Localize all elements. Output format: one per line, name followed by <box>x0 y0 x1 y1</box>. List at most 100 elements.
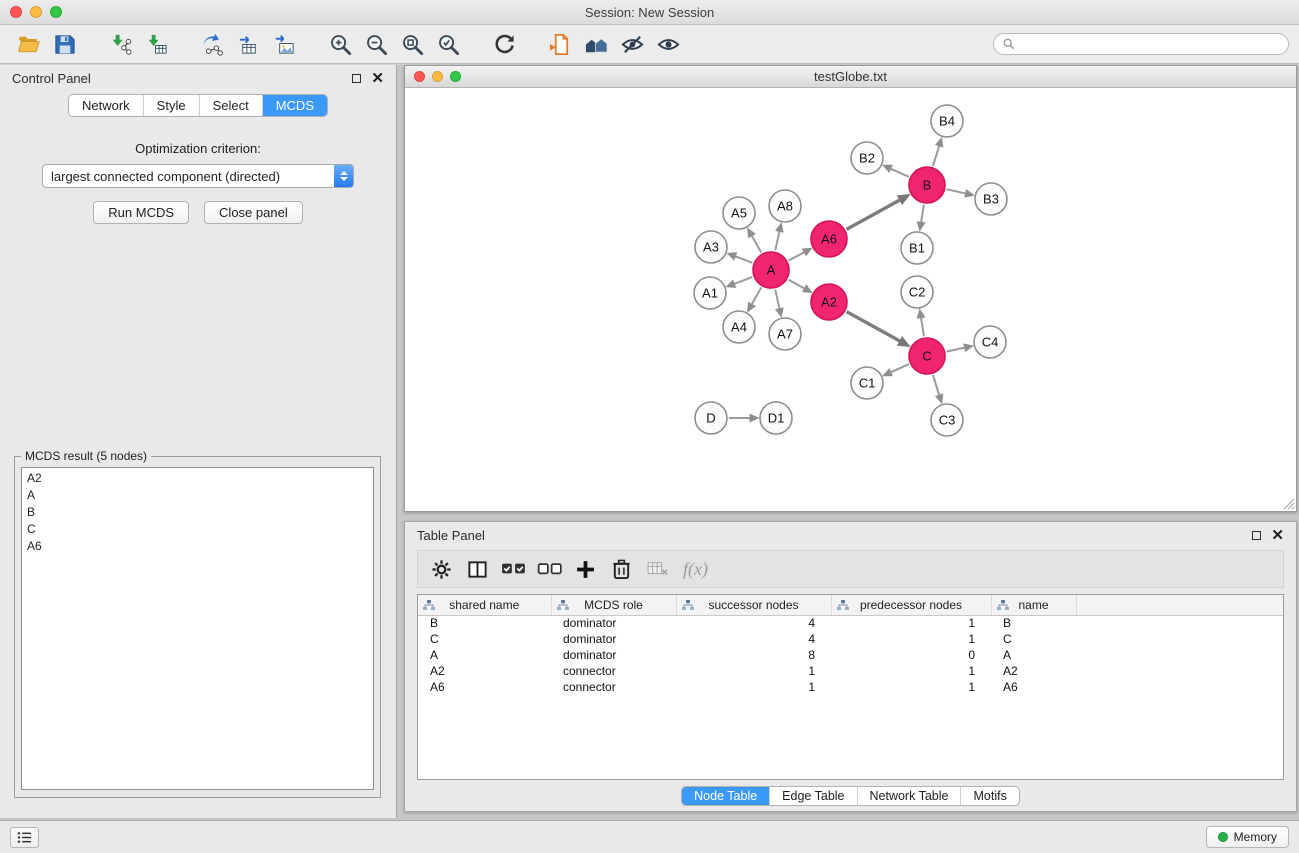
refresh-button[interactable] <box>486 29 522 60</box>
network-window-titlebar[interactable]: testGlobe.txt <box>405 66 1296 88</box>
graph-edge-C-C2[interactable] <box>921 318 924 337</box>
home-button[interactable] <box>578 29 614 60</box>
zoom-window-button[interactable] <box>50 6 62 18</box>
hide-details-button[interactable] <box>614 29 650 60</box>
show-columns-button[interactable] <box>462 554 493 584</box>
graph-edge-B-B2[interactable] <box>891 169 909 177</box>
tab-edge-table[interactable]: Edge Table <box>769 787 856 805</box>
node-table-body: Bdominator41BCdominator41CAdominator80AA… <box>418 615 1283 695</box>
application-window: Session: New Session <box>0 0 1299 853</box>
zoom-out-button[interactable] <box>358 29 394 60</box>
tab-network[interactable]: Network <box>69 95 143 116</box>
zoom-in-button[interactable] <box>322 29 358 60</box>
column-header-name[interactable]: name <box>991 595 1076 615</box>
close-panel-button[interactable]: Close panel <box>204 201 303 224</box>
select-all-button[interactable] <box>498 554 529 584</box>
new-table-button[interactable] <box>230 29 266 60</box>
new-network-button[interactable] <box>194 29 230 60</box>
graph-edge-A-A7[interactable] <box>775 290 779 309</box>
tab-node-table[interactable]: Node Table <box>682 787 769 805</box>
network-graph[interactable]: AA1A2A3A4A5A6A7A8BB1B2B3B4CC1C2C3C4DD1 <box>405 88 1296 511</box>
memory-indicator-icon <box>1218 832 1228 842</box>
graph-node-label-B1: B1 <box>909 241 925 256</box>
search-input[interactable] <box>1021 37 1279 51</box>
table-row[interactable]: A2connector11A2 <box>418 663 1283 679</box>
zoom-network-window-button[interactable] <box>450 71 461 82</box>
apply-style-button[interactable] <box>542 29 578 60</box>
optimization-criterion-value: largest connected component (directed) <box>43 169 334 184</box>
result-item[interactable]: A2 <box>22 470 373 487</box>
optimization-criterion-select[interactable]: largest connected component (directed) <box>42 164 354 188</box>
run-mcds-button[interactable]: Run MCDS <box>93 201 189 224</box>
column-header-mcds-role[interactable]: MCDS role <box>551 595 676 615</box>
graph-edge-B-B3[interactable] <box>947 189 966 193</box>
graph-edge-A-A4[interactable] <box>752 287 761 304</box>
network-window-title: testGlobe.txt <box>405 69 1296 84</box>
result-item[interactable]: B <box>22 504 373 521</box>
delete-column-button[interactable] <box>606 554 637 584</box>
show-details-button[interactable] <box>650 29 686 60</box>
graph-edge-B-B4[interactable] <box>933 146 939 166</box>
show-panels-button[interactable] <box>10 827 39 848</box>
attribute-icon <box>423 600 435 611</box>
plus-icon <box>575 559 596 580</box>
delete-table-button[interactable] <box>642 554 673 584</box>
table-row[interactable]: Cdominator41C <box>418 631 1283 647</box>
tab-select[interactable]: Select <box>199 95 262 116</box>
graph-node-label-A8: A8 <box>777 199 793 214</box>
graph-edge-C-C1[interactable] <box>891 364 909 372</box>
tab-style[interactable]: Style <box>143 95 199 116</box>
main-toolbar <box>0 25 1299 64</box>
graph-edge-C-C3[interactable] <box>933 375 939 395</box>
result-item[interactable]: A6 <box>22 538 373 555</box>
graph-node-label-A: A <box>767 263 776 278</box>
float-panel-icon[interactable] <box>352 74 361 83</box>
graph-edge-A-A6[interactable] <box>789 252 805 260</box>
save-session-button[interactable] <box>46 29 82 60</box>
graph-edge-A-A8[interactable] <box>775 231 779 250</box>
column-header-successor-nodes[interactable]: successor nodes <box>676 595 831 615</box>
graph-edge-A-A3[interactable] <box>735 256 752 263</box>
column-header-predecessor-nodes[interactable]: predecessor nodes <box>831 595 991 615</box>
function-builder-button[interactable]: f(x) <box>678 559 713 580</box>
graph-edge-C-C4[interactable] <box>947 348 965 352</box>
column-header-shared-name[interactable]: shared name <box>418 595 551 615</box>
graph-node-label-A6: A6 <box>821 232 837 247</box>
result-item[interactable]: A <box>22 487 373 504</box>
graph-node-label-A5: A5 <box>731 206 747 221</box>
graph-node-label-A1: A1 <box>702 286 718 301</box>
zoom-fit-button[interactable] <box>394 29 430 60</box>
resize-grip[interactable] <box>1283 498 1295 510</box>
float-table-panel-icon[interactable] <box>1252 531 1261 540</box>
table-row[interactable]: Bdominator41B <box>418 615 1283 631</box>
table-toolbar: f(x) <box>417 550 1284 588</box>
export-image-button[interactable] <box>266 29 302 60</box>
open-session-button[interactable] <box>10 29 46 60</box>
network-canvas[interactable]: AA1A2A3A4A5A6A7A8BB1B2B3B4CC1C2C3C4DD1 <box>405 88 1296 511</box>
table-settings-button[interactable] <box>426 554 457 584</box>
graph-edge-A-A1[interactable] <box>734 277 752 284</box>
table-row[interactable]: A6connector11A6 <box>418 679 1283 695</box>
graph-edge-A2-C[interactable] <box>847 312 900 341</box>
add-column-button[interactable] <box>570 554 601 584</box>
graph-edge-B-B1[interactable] <box>921 205 924 223</box>
close-panel-icon[interactable]: ✕ <box>371 71 384 86</box>
minimize-network-window-button[interactable] <box>432 71 443 82</box>
memory-button[interactable]: Memory <box>1206 826 1289 848</box>
tab-network-table[interactable]: Network Table <box>857 787 961 805</box>
deselect-all-button[interactable] <box>534 554 565 584</box>
tab-motifs[interactable]: Motifs <box>960 787 1018 805</box>
result-item[interactable]: C <box>22 521 373 538</box>
minimize-window-button[interactable] <box>30 6 42 18</box>
import-table-button[interactable] <box>138 29 174 60</box>
close-window-button[interactable] <box>10 6 22 18</box>
graph-edge-A-A2[interactable] <box>789 280 805 289</box>
close-table-panel-icon[interactable]: ✕ <box>1271 528 1284 543</box>
zoom-selected-button[interactable] <box>430 29 466 60</box>
graph-edge-A6-B[interactable] <box>847 200 900 229</box>
close-network-window-button[interactable] <box>414 71 425 82</box>
graph-edge-A-A5[interactable] <box>752 236 761 253</box>
tab-mcds[interactable]: MCDS <box>262 95 327 116</box>
import-network-button[interactable] <box>102 29 138 60</box>
table-row[interactable]: Adominator80A <box>418 647 1283 663</box>
